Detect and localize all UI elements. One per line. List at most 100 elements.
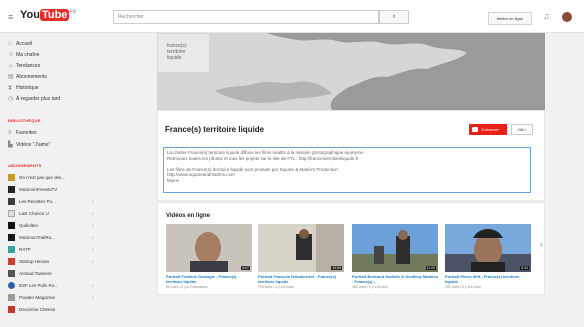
subscription-item[interactable]: Quikolten [8,221,38,231]
upload-button[interactable]: Mettre en ligne [488,12,532,25]
thumbnail-image [258,224,344,272]
chevron-right-icon: › [92,223,94,229]
subscription-label: Arnaud Tsamere [19,271,52,276]
channel-thumbnail [8,270,15,278]
video-item[interactable]: 8:34 Portrait Pierre Witt - France(s) te… [445,224,531,289]
video-meta: 795 vues • il y a 8 mois [258,285,294,289]
chevron-right-icon[interactable]: › [540,240,543,249]
section-title[interactable]: Vidéos en ligne [166,213,210,219]
sidebar-item-liked[interactable]: ▙ Vidéos "J'aime" [8,141,50,150]
channel-thumbnail [8,234,15,242]
subscription-label: Les Recettes Po... [19,199,56,204]
show-less-link[interactable]: Moins [167,178,527,184]
subscription-item[interactable]: Decorrine Cheese [8,305,55,315]
subscription-item[interactable]: SalomonTrailRu... [8,233,55,243]
subscriptions-heading: ABONNEMENTS [8,163,42,168]
search-input[interactable]: Rechercher [113,10,379,24]
thumbnail-image [352,224,438,272]
search-button[interactable]: ⌕ [379,10,409,24]
subscription-label: Startup Heroes [19,259,50,264]
sidebar-item-my-channel[interactable]: ☺ Ma chaîne [8,51,39,60]
subscription-item[interactable]: On n'est pas que des... [8,173,65,183]
subscription-item[interactable]: Last Chance U [8,209,49,219]
channel-description[interactable]: La chaîne France(s) territoire liquide d… [163,147,531,193]
video-thumbnail[interactable]: 8:34 [445,224,531,272]
thumbnail-image [445,224,531,272]
video-meta: 382 vues • il y a 8 mois [352,285,388,289]
subscription-label: ESF Les Pulls Ro... [19,283,59,288]
logo-you: You [20,9,40,21]
sidebar-item-trending[interactable]: ♨ Tendances [8,62,40,71]
sidebar: ⌂ Accueil ☺ Ma chaîne ♨ Tendances ▤ Abonneme… [0,34,103,327]
channel-about-card: France(s) territoire liquide S'abonner 2… [157,110,545,201]
channel-thumbnail [8,282,15,290]
sidebar-item-home[interactable]: ⌂ Accueil [8,40,32,49]
subscribe-label: S'abonner [481,127,500,132]
subscriber-count: 28k+ [511,124,533,135]
subscription-item[interactable]: RATP [8,245,31,255]
banner-map-image [157,33,545,110]
chevron-right-icon: › [92,295,94,301]
subscription-item[interactable]: SalomonFreeskiTV [8,185,57,195]
sidebar-item-subscriptions[interactable]: ▤ Abonnements [8,73,47,82]
video-title[interactable]: Portrait Pierre Witt - France(s) territo… [445,274,531,284]
sidebar-item-label: Favorites [16,130,37,136]
subscription-label: Last Chance U [19,211,49,216]
top-bar: ≡ You Tube FR Rechercher ⌕ Mettre en ligne… [0,0,584,33]
chevron-right-icon: › [92,199,94,205]
bell-icon[interactable]: ♫ [543,11,550,21]
subscription-item[interactable]: ESF Les Pulls Ro... [8,281,58,291]
my-channel-icon: ☺ [8,52,15,58]
video-duration: 9:07 [241,266,250,270]
subscriptions-icon: ▤ [8,74,14,80]
channel-thumbnail [8,246,15,254]
video-thumbnail[interactable]: 10:59 [258,224,344,272]
subscription-label: Quikolten [19,223,39,228]
video-item[interactable]: 9:07 Portrait Frédéric Delangle - France… [166,224,252,289]
youtube-logo[interactable]: You Tube FR [20,9,76,21]
sidebar-item-watch-later[interactable]: ◷ À regarder plus tard [8,95,60,104]
channel-thumbnail [8,294,15,302]
channel-logo-text: liquide [167,55,182,61]
sidebar-item-history[interactable]: ⧗ Historique [8,84,39,93]
sidebar-item-favorites[interactable]: ≡ Favorites [8,129,37,138]
favorites-icon: ≡ [8,130,12,136]
subscription-label: SalomonTrailRu... [19,235,55,240]
subscription-label: On n'est pas que des... [19,175,66,180]
subscription-item[interactable]: Les Recettes Po... [8,197,56,207]
video-duration: 8:34 [520,266,529,270]
subscription-item[interactable]: Arnaud Tsamere [8,269,52,279]
menu-icon[interactable]: ≡ [8,12,13,22]
home-icon: ⌂ [8,41,12,47]
video-title[interactable]: Portrait François Deladerrière - France(… [258,274,344,284]
video-thumbnail[interactable]: 11:00 [352,224,438,272]
subscription-item[interactable]: Powder Magazine [8,293,55,303]
video-meta: 66 vues • il y a 2 semaines [166,285,208,289]
channel-thumbnail [8,174,15,182]
video-duration: 10:59 [331,266,342,270]
chevron-right-icon: › [92,259,94,265]
trending-icon: ♨ [8,63,14,69]
video-item[interactable]: 10:59 Portrait François Deladerrière - F… [258,224,344,289]
subscription-item[interactable]: Startup Heroes [8,257,49,267]
channel-thumbnail [8,258,15,266]
subscription-label: RATP [19,247,31,252]
video-thumbnail[interactable]: 9:07 [166,224,252,272]
history-icon: ⧗ [8,85,13,91]
video-duration: 11:00 [425,266,436,270]
logo-tube: Tube [39,9,70,21]
uploads-section: Vidéos en ligne 9:07 Portrait Frédéric D… [157,202,545,295]
sidebar-item-label: Vidéos "J'aime" [16,142,51,148]
avatar[interactable] [562,12,572,22]
sidebar-item-label: Tendances [16,63,41,69]
video-title[interactable]: Portrait Frédéric Delangle - France(s) t… [166,274,252,284]
youtube-play-icon [472,127,478,133]
subscription-label: SalomonFreeskiTV [19,187,58,192]
library-heading: BIBLIOTHÈQUE [8,118,41,123]
channel-logo[interactable]: france(s) territoire liquide [157,33,210,73]
subscribe-button[interactable]: S'abonner [469,124,507,135]
video-item[interactable]: 11:00 Portrait Bertrand Stofleth & Geoff… [352,224,438,289]
chevron-right-icon: › [92,211,94,217]
video-title[interactable]: Portrait Bertrand Stofleth & Geoffroy Ma… [352,274,438,284]
search-icon: ⌕ [392,14,396,20]
